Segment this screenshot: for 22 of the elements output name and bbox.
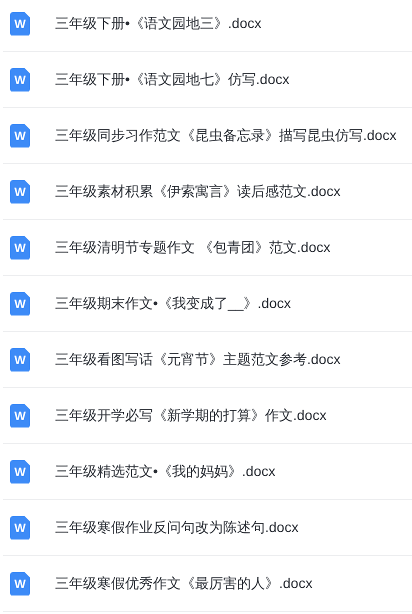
word-file-icon: W [10, 124, 30, 148]
word-file-icon: W [10, 572, 30, 596]
word-file-icon: W [10, 348, 30, 372]
file-name[interactable]: 三年级同步习作范文《昆虫备忘录》描写昆虫仿写.docx [55, 125, 396, 146]
file-name[interactable]: 三年级看图写话《元宵节》主题范文参考.docx [55, 349, 340, 370]
word-file-icon: W [10, 292, 30, 316]
file-name[interactable]: 三年级素材积累《伊索寓言》读后感范文.docx [55, 181, 340, 202]
file-name[interactable]: 三年级清明节专题作文 《包青团》范文.docx [55, 237, 330, 258]
file-name[interactable]: 三年级下册•《语文园地三》.docx [55, 13, 262, 34]
word-file-icon: W [10, 180, 30, 204]
file-name[interactable]: 三年级期末作文•《我变成了__》.docx [55, 293, 291, 314]
file-name[interactable]: 三年级寒假优秀作文《最厉害的人》.docx [55, 573, 312, 594]
word-file-icon: W [10, 404, 30, 428]
file-name[interactable]: 三年级下册•《语文园地七》仿写.docx [55, 69, 290, 90]
word-file-icon: W [10, 236, 30, 260]
word-file-icon: W [10, 460, 30, 484]
word-file-icon: W [10, 12, 30, 36]
word-file-icon: W [10, 68, 30, 92]
file-name[interactable]: 三年级精选范文•《我的妈妈》.docx [55, 461, 276, 482]
file-name[interactable]: 三年级开学必写《新学期的打算》作文.docx [55, 405, 326, 426]
word-file-icon: W [10, 516, 30, 540]
file-name[interactable]: 三年级寒假作业反问句改为陈述句.docx [55, 517, 298, 538]
